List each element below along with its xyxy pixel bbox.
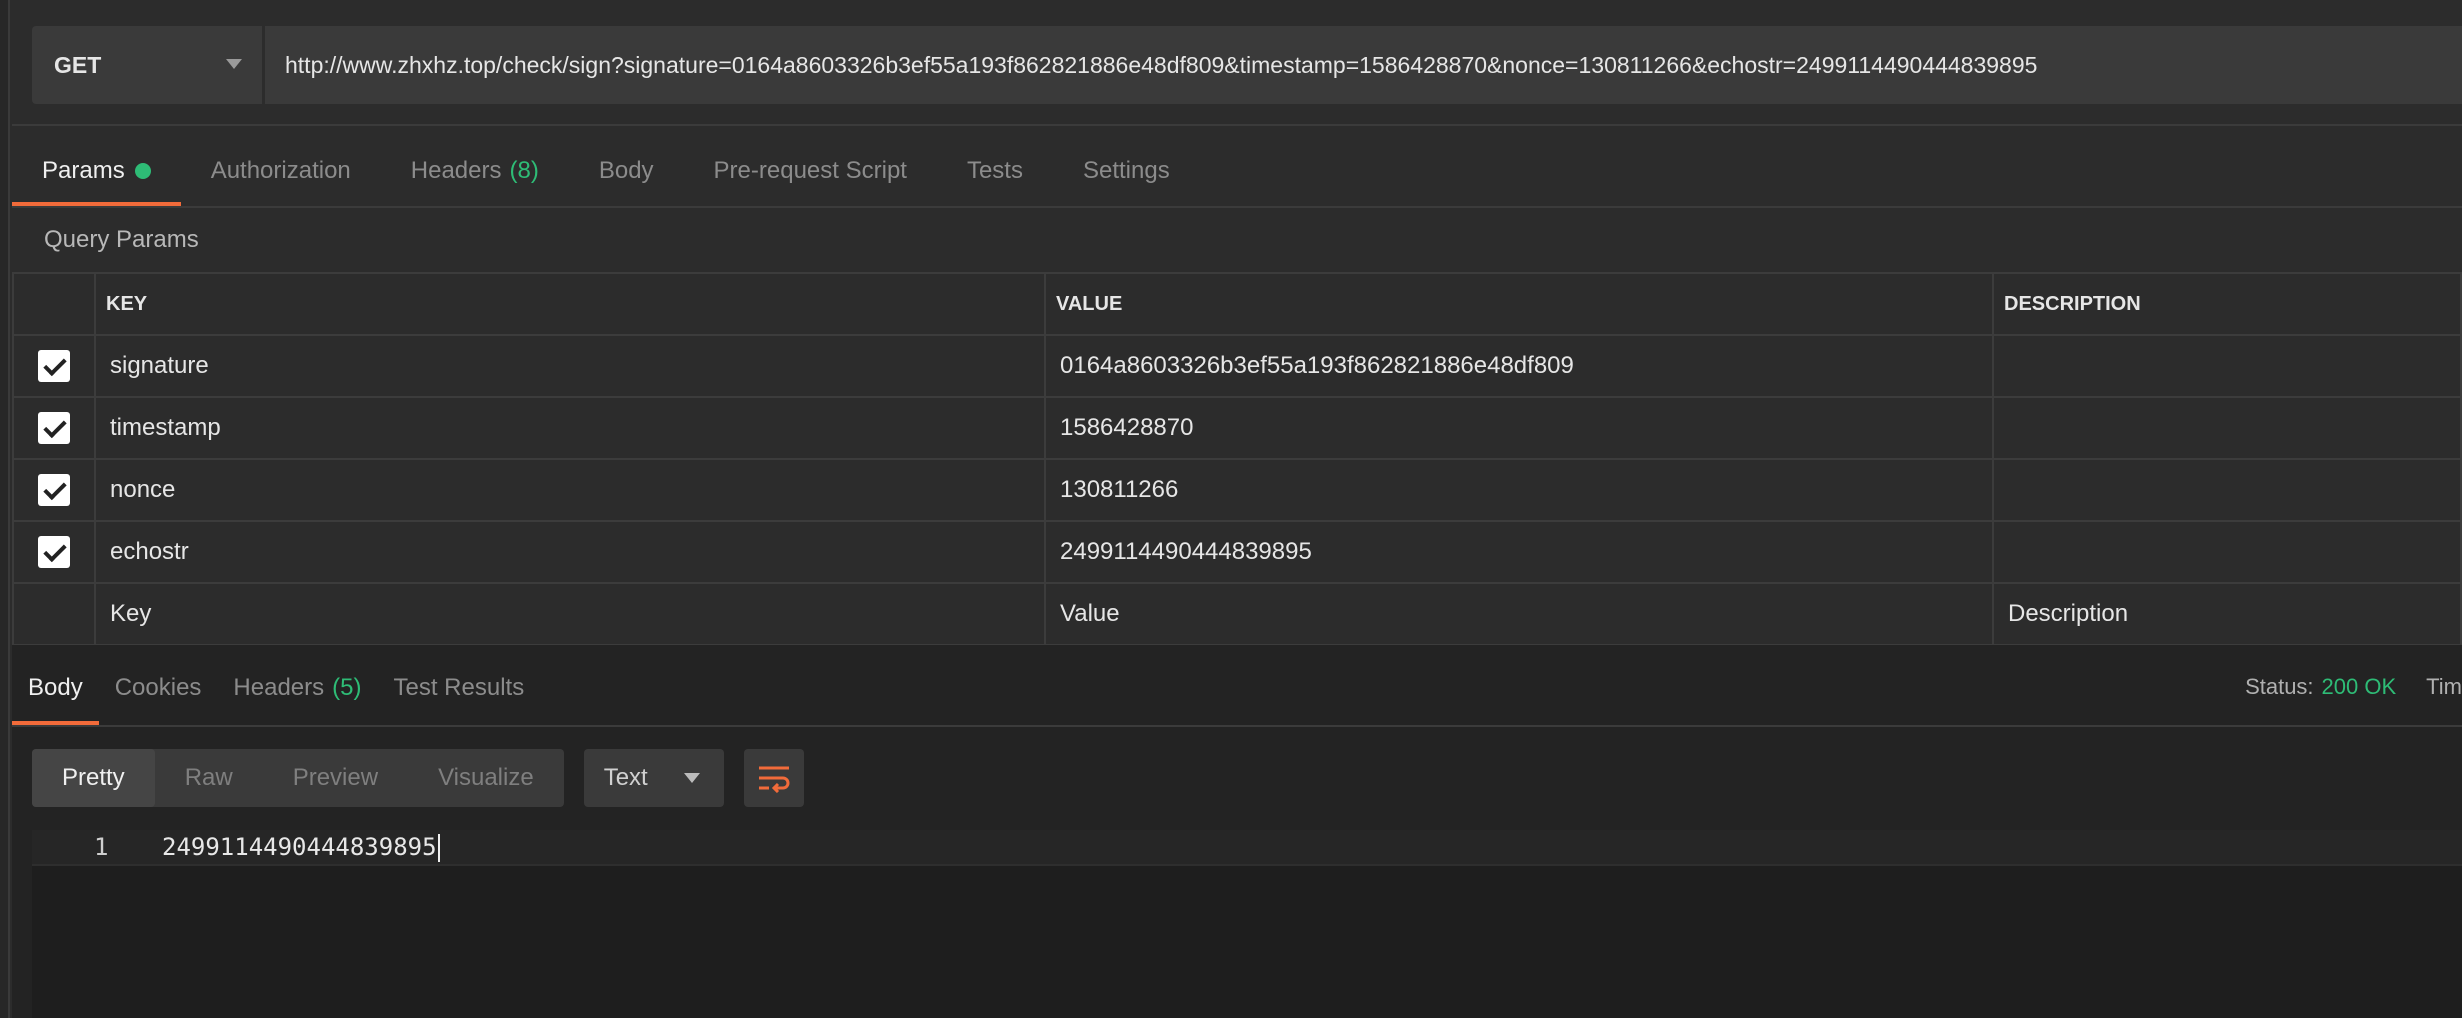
param-checkbox[interactable] xyxy=(38,350,70,382)
param-key[interactable]: echostr xyxy=(94,520,1046,584)
tab-label: Test Results xyxy=(393,674,525,701)
response-status: Status: 200 OK Tim xyxy=(2245,674,2462,700)
format-label: Text xyxy=(603,764,648,791)
param-key[interactable]: signature xyxy=(94,334,1046,398)
tab-tests[interactable]: Tests xyxy=(937,135,1053,207)
tab-label: Authorization xyxy=(210,157,351,184)
caret-down-icon xyxy=(683,773,700,783)
method-label: GET xyxy=(54,51,102,78)
new-key-input[interactable]: Key xyxy=(94,582,1046,646)
tab-body[interactable]: Body xyxy=(569,135,684,207)
tab-label: Settings xyxy=(1082,157,1170,184)
editor-line: 1 2499114490444839895 xyxy=(32,830,2462,866)
param-description[interactable] xyxy=(1992,520,2462,584)
check-cell xyxy=(12,458,96,522)
param-checkbox[interactable] xyxy=(38,536,70,568)
param-value[interactable]: 2499114490444839895 xyxy=(1044,520,1994,584)
active-params-dot-icon xyxy=(134,163,151,179)
tab-label: Pre-request Script xyxy=(713,157,907,184)
line-number: 1 xyxy=(94,833,109,861)
divider xyxy=(12,725,2462,727)
tab-label: Tests xyxy=(966,157,1023,184)
check-cell xyxy=(12,334,96,398)
header-key: KEY xyxy=(94,272,1046,336)
line-text: 2499114490444839895 xyxy=(162,833,437,861)
tab-settings[interactable]: Settings xyxy=(1053,135,1200,207)
param-checkbox[interactable] xyxy=(38,412,70,444)
param-key[interactable]: nonce xyxy=(94,458,1046,522)
status-label: Status: xyxy=(2245,674,2314,699)
header-value: VALUE xyxy=(1044,272,1994,336)
view-mode-raw[interactable]: Raw xyxy=(155,749,263,807)
url-input[interactable]: http://www.zhxhz.top/check/sign?signatur… xyxy=(265,26,2462,104)
tab-label: Body xyxy=(598,157,654,184)
response-tabs: Body Cookies Headers (5) Test Results xyxy=(12,650,2462,726)
param-value[interactable]: 130811266 xyxy=(1044,458,1994,522)
check-cell xyxy=(12,396,96,460)
postman-window: GET http://www.zhxhz.top/check/sign?sign… xyxy=(0,0,2462,1018)
tab-authorization[interactable]: Authorization xyxy=(181,135,381,207)
table-row: timestamp 1586428870 xyxy=(12,396,2462,460)
param-description[interactable] xyxy=(1992,458,2462,522)
status-badge[interactable]: 200 OK xyxy=(2322,674,2397,699)
format-select[interactable]: Text xyxy=(583,749,724,807)
sidebar-edge xyxy=(0,0,10,1018)
view-mode-segmented: Pretty Raw Preview Visualize xyxy=(32,749,564,807)
param-description[interactable] xyxy=(1992,334,2462,398)
resp-tab-cookies[interactable]: Cookies xyxy=(99,650,218,726)
response-editor[interactable]: 1 2499114490444839895 xyxy=(32,830,2462,1018)
header-check-cell xyxy=(12,272,96,336)
param-value[interactable]: 1586428870 xyxy=(1044,396,1994,460)
table-row: echostr 2499114490444839895 xyxy=(12,520,2462,584)
tab-label: Cookies xyxy=(114,674,202,701)
new-description-input[interactable]: Description xyxy=(1992,582,2462,646)
wrap-lines-icon xyxy=(758,766,790,793)
empty-check-cell xyxy=(12,582,96,646)
view-mode-visualize[interactable]: Visualize xyxy=(408,749,564,807)
resp-tab-test-results[interactable]: Test Results xyxy=(377,650,540,726)
time-label: Tim xyxy=(2426,674,2462,699)
headers-count: (8) xyxy=(509,157,539,184)
text-cursor xyxy=(437,834,440,862)
header-description: DESCRIPTION xyxy=(1992,272,2462,336)
request-url-bar: GET http://www.zhxhz.top/check/sign?sign… xyxy=(32,26,2462,104)
tab-label: Headers xyxy=(410,157,502,184)
response-toolbar: Pretty Raw Preview Visualize Text xyxy=(32,749,804,807)
param-value[interactable]: 0164a8603326b3ef55a193f862821886e48df809 xyxy=(1044,334,1994,398)
param-key[interactable]: timestamp xyxy=(94,396,1046,460)
resp-tab-headers[interactable]: Headers (5) xyxy=(217,650,377,726)
resp-headers-count: (5) xyxy=(332,674,362,701)
tab-label: Body xyxy=(28,674,83,701)
tab-label: Headers xyxy=(233,674,325,701)
check-cell xyxy=(12,520,96,584)
new-value-input[interactable]: Value xyxy=(1044,582,1994,646)
caret-down-icon xyxy=(226,59,242,69)
divider xyxy=(12,206,2462,208)
query-params-table: KEY VALUE DESCRIPTION signature 0164a860… xyxy=(12,272,2462,646)
tab-params[interactable]: Params xyxy=(12,135,181,207)
divider xyxy=(12,124,2462,126)
new-param-row: Key Value Description xyxy=(12,582,2462,646)
method-select[interactable]: GET xyxy=(32,26,262,104)
param-description[interactable] xyxy=(1992,396,2462,460)
table-row: nonce 130811266 xyxy=(12,458,2462,522)
query-params-title: Query Params xyxy=(44,226,199,253)
wrap-lines-button[interactable] xyxy=(743,749,804,807)
resp-tab-body[interactable]: Body xyxy=(12,650,99,726)
tab-headers[interactable]: Headers (8) xyxy=(381,135,569,207)
view-mode-preview[interactable]: Preview xyxy=(263,749,408,807)
table-row: signature 0164a8603326b3ef55a193f8628218… xyxy=(12,334,2462,398)
table-header-row: KEY VALUE DESCRIPTION xyxy=(12,272,2462,336)
param-checkbox[interactable] xyxy=(38,474,70,506)
view-mode-pretty[interactable]: Pretty xyxy=(32,749,155,807)
request-tabs: Params Authorization Headers (8) Body Pr… xyxy=(12,135,2462,207)
tab-label: Params xyxy=(42,157,125,184)
line-content: 2499114490444839895 xyxy=(162,833,440,862)
tab-pre-request-script[interactable]: Pre-request Script xyxy=(684,135,937,207)
